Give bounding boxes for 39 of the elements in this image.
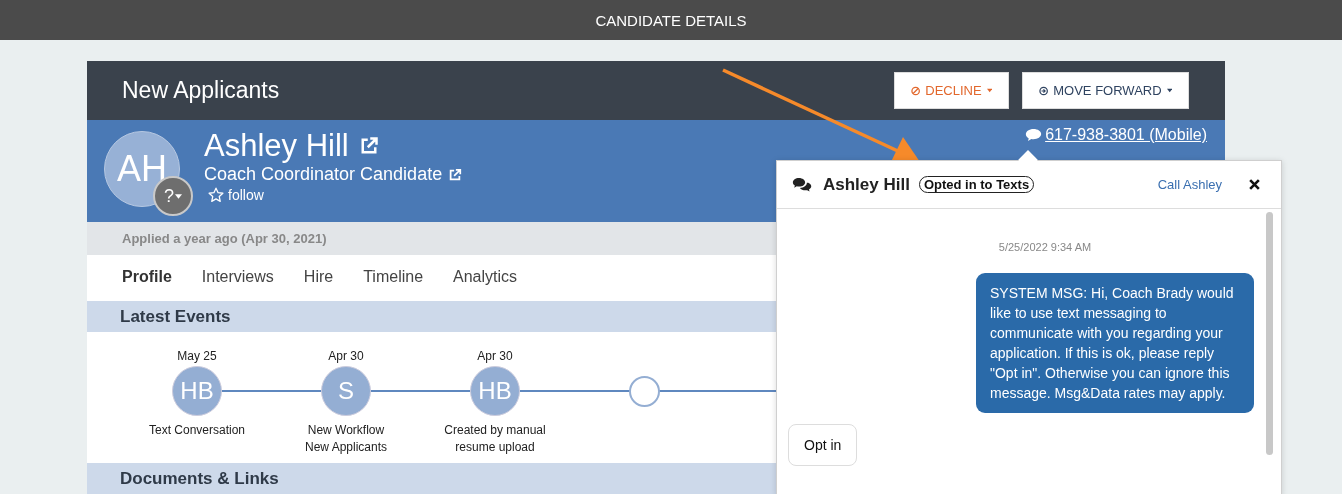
- event-date: Apr 30: [477, 349, 513, 364]
- applied-date: Applied a year ago (Apr 30, 2021): [122, 231, 327, 246]
- stage-title: New Applicants: [122, 77, 280, 104]
- external-link-icon[interactable]: [448, 167, 463, 182]
- timeline-node: [628, 376, 660, 407]
- action-button[interactable]: MOVE FORWARD: [1022, 72, 1189, 109]
- tab[interactable]: Hire: [303, 268, 334, 286]
- arrow-circle-icon: [1039, 84, 1049, 97]
- tab[interactable]: Interviews: [201, 268, 274, 286]
- speech-bubble-icon: [1025, 128, 1043, 142]
- event-date: May 25: [177, 349, 217, 364]
- tab[interactable]: Profile: [122, 268, 172, 286]
- contact-name: Ashley Hill: [823, 174, 910, 195]
- outgoing-message: SYSTEM MSG: Hi, Coach Brady would like to use text messaging to communicate with you regarding your application. If this is ok, please reply "Opt in". Otherwise you can ignore this message. Msg&Data rates may apply.: [976, 273, 1254, 413]
- event-caption: Created by manual resume upload: [444, 422, 546, 456]
- page-title: CANDIDATE DETAILS: [595, 11, 747, 29]
- tab[interactable]: Analytics: [453, 268, 518, 286]
- prohibited-icon: [911, 84, 921, 97]
- message-time: 5/25/2022 9:34 AM: [998, 241, 1092, 253]
- section-title: Documents & Links: [120, 468, 279, 489]
- caret-icon: [986, 88, 992, 93]
- candidate-name: Ashley Hill: [204, 128, 349, 164]
- caret-icon: [1166, 88, 1172, 93]
- caret-icon: [175, 193, 182, 199]
- action-button[interactable]: DECLINE: [894, 72, 1009, 109]
- scrollbar[interactable]: [1266, 212, 1273, 455]
- follow-button[interactable]: follow: [204, 187, 264, 203]
- close-icon[interactable]: [1248, 178, 1261, 191]
- phone-link[interactable]: 617-938-3801 (Mobile): [1045, 126, 1207, 144]
- chat-icon: [792, 176, 813, 193]
- call-link[interactable]: Call Ashley: [1157, 177, 1222, 192]
- tab[interactable]: Timeline: [363, 268, 424, 286]
- event-caption: New Workflow New Applicants: [304, 422, 387, 456]
- candidate-role: Coach Coordinator Candidate: [204, 164, 443, 185]
- event-date: Apr 30: [328, 349, 364, 364]
- section-title: Latest Events: [120, 306, 231, 327]
- star-icon: [208, 187, 224, 203]
- event-caption: Text Conversation: [148, 422, 245, 439]
- incoming-message: Opt in: [788, 424, 858, 466]
